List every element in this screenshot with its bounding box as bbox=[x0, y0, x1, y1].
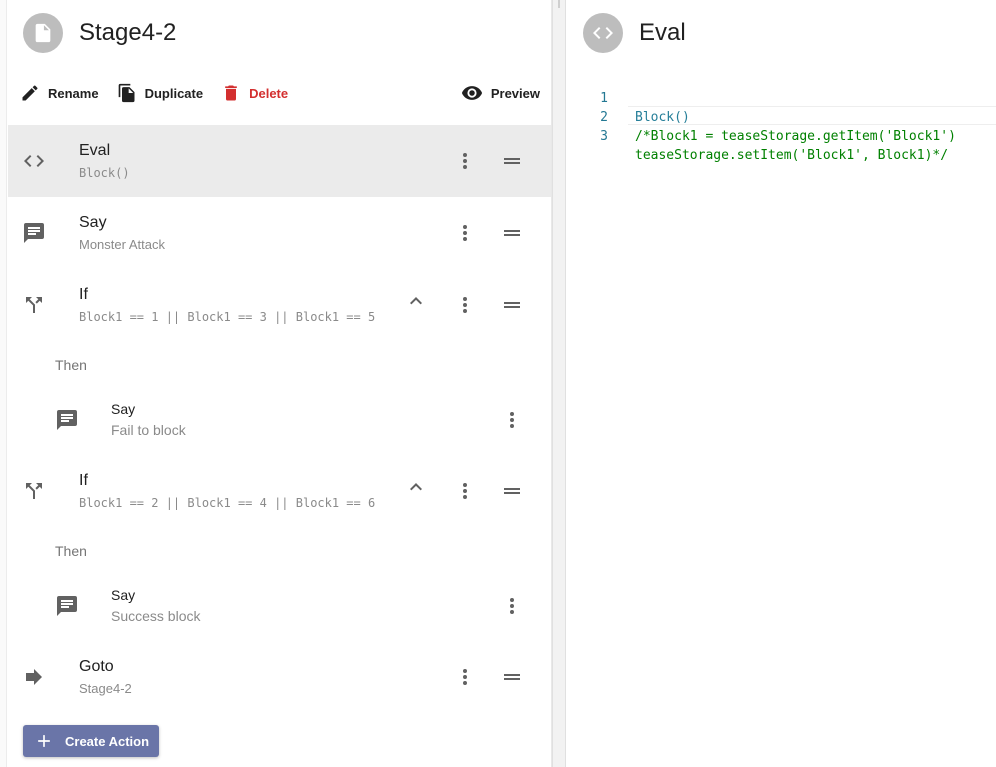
code-line[interactable]: 1 Block() bbox=[566, 70, 996, 125]
branch-icon bbox=[26, 297, 42, 313]
code-text: teaseStorage.setItem('Block1', Block1)*/ bbox=[635, 148, 949, 163]
action-type: Say bbox=[111, 401, 136, 417]
action-row-say[interactable]: Say Monster Attack bbox=[8, 197, 551, 269]
action-detail: Block() bbox=[79, 166, 130, 180]
nested-action-row-say[interactable]: Say Success block bbox=[8, 575, 551, 641]
action-list: Eval Block() Say Monster Attack If Block… bbox=[8, 125, 551, 713]
action-detail: Fail to block bbox=[111, 422, 186, 438]
line-number: 3 bbox=[600, 129, 608, 144]
code-line[interactable]: 3 teaseStorage.setItem('Block1', Block1)… bbox=[566, 108, 996, 163]
action-detail: Block1 == 1 || Block1 == 3 || Block1 == … bbox=[79, 310, 376, 324]
more-vert-icon[interactable] bbox=[500, 594, 524, 618]
action-type: Eval bbox=[79, 142, 111, 159]
branch-icon bbox=[26, 483, 42, 499]
nested-action-row-say[interactable]: Say Fail to block bbox=[8, 389, 551, 455]
panel-splitter[interactable] bbox=[552, 0, 566, 767]
action-detail: Success block bbox=[111, 608, 201, 624]
plus-icon bbox=[38, 735, 50, 747]
eye-icon bbox=[461, 86, 482, 100]
comment-icon bbox=[24, 223, 44, 243]
chevron-up-icon[interactable] bbox=[404, 475, 428, 499]
action-type: Goto bbox=[79, 658, 114, 675]
editor-avatar bbox=[583, 13, 623, 53]
drag-handle-icon[interactable] bbox=[500, 221, 524, 245]
delete-label: Delete bbox=[249, 85, 289, 101]
action-row-goto[interactable]: Goto Stage4-2 bbox=[8, 641, 551, 713]
code-line[interactable]: 2 /*Block1 = teaseStorage.getItem('Block… bbox=[566, 89, 996, 144]
left-edge bbox=[0, 0, 7, 767]
action-detail: Block1 == 2 || Block1 == 4 || Block1 == … bbox=[79, 496, 376, 510]
create-action-button[interactable]: Create Action bbox=[23, 725, 159, 757]
action-detail: Monster Attack bbox=[79, 237, 165, 252]
create-action-label: Create Action bbox=[65, 733, 150, 749]
more-vert-icon[interactable] bbox=[453, 293, 477, 317]
duplicate-label: Duplicate bbox=[144, 85, 204, 101]
then-label: Then bbox=[55, 357, 87, 373]
pencil-icon bbox=[22, 85, 38, 101]
action-type: Say bbox=[79, 214, 107, 231]
drag-handle-icon[interactable] bbox=[500, 293, 524, 317]
action-type: Say bbox=[111, 587, 136, 603]
page-header: Stage4-2 bbox=[23, 13, 176, 53]
action-row-eval[interactable]: Eval Block() bbox=[8, 125, 551, 197]
page-editor-panel: Stage4-2 Rename Duplicate Delete Preview… bbox=[0, 0, 552, 767]
then-row: Then bbox=[8, 341, 551, 389]
then-row: Then bbox=[8, 527, 551, 575]
drag-handle-icon[interactable] bbox=[500, 665, 524, 689]
page-title: Stage4-2 bbox=[79, 19, 177, 46]
chevron-up-icon[interactable] bbox=[404, 289, 428, 313]
duplicate-button[interactable]: Duplicate bbox=[117, 80, 204, 106]
drag-handle-icon[interactable] bbox=[500, 479, 524, 503]
comment-icon bbox=[57, 596, 77, 616]
action-type: If bbox=[79, 472, 88, 489]
page-toolbar: Rename Duplicate Delete Preview bbox=[20, 80, 540, 106]
copy-icon bbox=[118, 83, 135, 103]
code-text: /*Block1 = teaseStorage.getItem('Block1'… bbox=[635, 129, 956, 144]
action-row-if[interactable]: If Block1 == 2 || Block1 == 4 || Block1 … bbox=[8, 455, 551, 527]
more-vert-icon[interactable] bbox=[453, 149, 477, 173]
more-vert-icon[interactable] bbox=[500, 408, 524, 432]
more-vert-icon[interactable] bbox=[453, 479, 477, 503]
action-detail: Stage4-2 bbox=[79, 681, 132, 696]
action-editor-panel: Eval 1 Block() 2 /*Block1 = teaseStorage… bbox=[566, 0, 996, 767]
more-vert-icon[interactable] bbox=[453, 221, 477, 245]
editor-title: Eval bbox=[639, 19, 686, 46]
preview-button[interactable]: Preview bbox=[461, 80, 540, 106]
code-icon bbox=[24, 155, 44, 167]
rename-label: Rename bbox=[48, 85, 99, 101]
code-icon bbox=[593, 27, 613, 39]
drag-handle-icon[interactable] bbox=[500, 149, 524, 173]
splitter-grip bbox=[558, 0, 560, 8]
comment-icon bbox=[57, 410, 77, 430]
action-type: If bbox=[79, 286, 88, 303]
arrow-right-icon bbox=[26, 669, 42, 685]
action-row-if[interactable]: If Block1 == 1 || Block1 == 3 || Block1 … bbox=[8, 269, 551, 341]
code-editor[interactable]: 1 Block() 2 /*Block1 = teaseStorage.getI… bbox=[566, 70, 996, 163]
then-label: Then bbox=[55, 543, 87, 559]
preview-label: Preview bbox=[490, 85, 540, 101]
editor-header: Eval bbox=[583, 13, 686, 53]
delete-button[interactable]: Delete bbox=[221, 80, 288, 106]
trash-icon bbox=[225, 85, 237, 101]
more-vert-icon[interactable] bbox=[453, 665, 477, 689]
rename-button[interactable]: Rename bbox=[20, 80, 99, 106]
file-icon bbox=[35, 23, 51, 43]
page-avatar bbox=[23, 13, 63, 53]
